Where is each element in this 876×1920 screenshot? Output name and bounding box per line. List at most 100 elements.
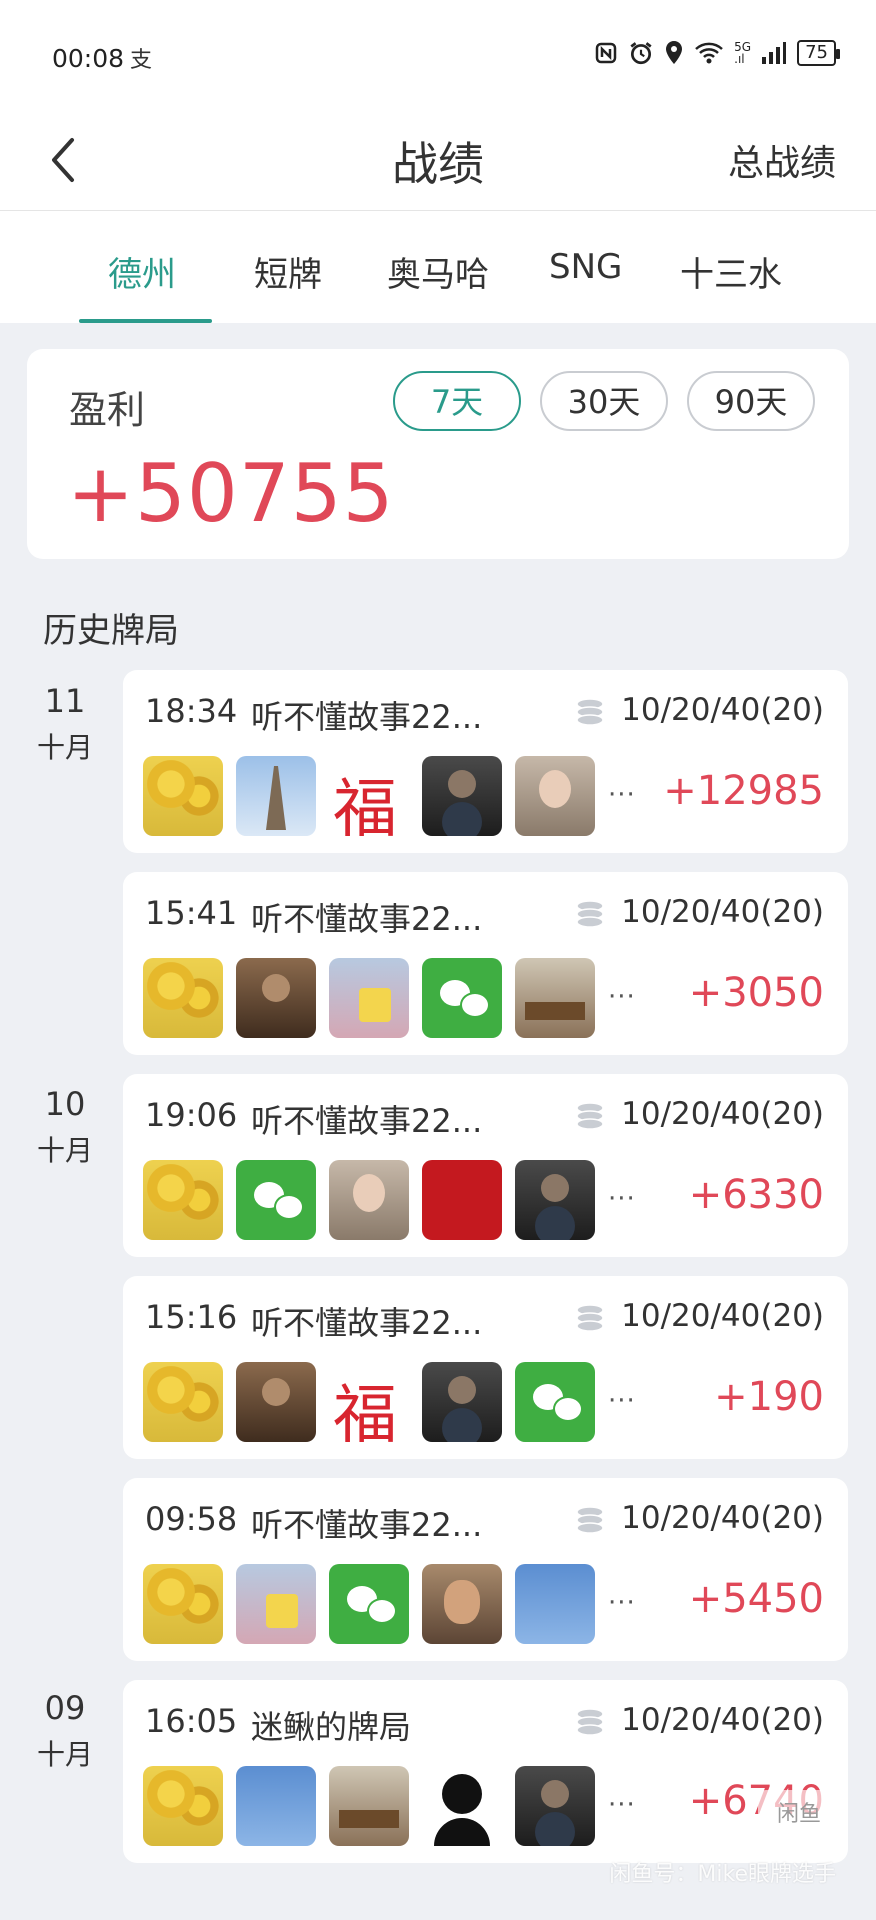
player-avatar	[329, 1362, 409, 1442]
status-icons: 5G .ıl 75	[594, 40, 840, 66]
game-record-card[interactable]: 19:06 听不懂故事22... 10/20/40(20) ··· +6330	[123, 1074, 848, 1257]
date-day: 10	[44, 1085, 86, 1123]
more-players-ellipsis: ···	[608, 982, 636, 1012]
profit-value: +50755	[67, 447, 395, 540]
game-time: 18:34	[145, 692, 238, 730]
player-avatar	[236, 958, 316, 1038]
game-record-card[interactable]: 09:58 听不懂故事22... 10/20/40(20) ··· +5450	[123, 1478, 848, 1661]
status-time-text: 00:08	[52, 44, 125, 73]
period-7-days-button[interactable]: 7天	[393, 371, 521, 431]
player-avatars	[143, 958, 595, 1038]
player-avatar	[143, 1766, 223, 1846]
more-players-ellipsis: ···	[608, 1386, 636, 1416]
player-avatar	[422, 1564, 502, 1644]
tab-texas[interactable]: 德州	[108, 247, 176, 296]
game-time: 15:16	[145, 1298, 238, 1336]
player-avatar	[422, 1362, 502, 1442]
game-type-tabs: 德州 短牌 奥马哈 SNG 十三水	[0, 211, 876, 323]
player-avatar	[515, 1766, 595, 1846]
date-day: 09	[44, 1689, 86, 1727]
player-avatar	[329, 756, 409, 836]
game-record-card[interactable]: 18:34 听不懂故事22... 10/20/40(20) ··· +12985	[123, 670, 848, 853]
network-label: 5G .ıl	[734, 40, 752, 66]
date-month: 十月	[36, 1134, 93, 1167]
game-blinds: 10/20/40(20)	[621, 894, 824, 930]
more-players-ellipsis: ···	[608, 1184, 636, 1214]
profit-card: 盈利 +50755 7天 30天 90天	[27, 349, 849, 559]
player-avatar	[422, 756, 502, 836]
period-30-days-button[interactable]: 30天	[540, 371, 668, 431]
player-avatar	[422, 1160, 502, 1240]
tab-sng[interactable]: SNG	[549, 247, 622, 287]
status-bar: 00:08 支 5G .ıl 75	[0, 0, 876, 110]
game-result: +190	[714, 1374, 824, 1420]
player-avatar	[143, 756, 223, 836]
battery-icon: 75	[797, 40, 840, 66]
game-record-card[interactable]: 16:05 迷鳅的牌局 10/20/40(20) ··· +6740	[123, 1680, 848, 1863]
game-room-name: 迷鳅的牌局	[251, 1708, 412, 1746]
game-record-card[interactable]: 15:16 听不懂故事22... 10/20/40(20) ··· +190	[123, 1276, 848, 1459]
game-room-name: 听不懂故事22...	[251, 1304, 483, 1342]
player-avatar	[329, 1766, 409, 1846]
game-blinds: 10/20/40(20)	[621, 1096, 824, 1132]
nfc-icon	[595, 42, 617, 64]
game-time: 19:06	[145, 1096, 238, 1134]
game-time: 09:58	[145, 1500, 238, 1538]
player-avatar	[143, 1160, 223, 1240]
xianyu-watermark-text: 闲鱼号：Mike眼牌选手	[609, 1862, 836, 1887]
player-avatar	[515, 958, 595, 1038]
game-time: 16:05	[145, 1702, 238, 1740]
game-result: +3050	[688, 970, 824, 1016]
chip-stack-icon	[576, 698, 604, 726]
game-record-card[interactable]: 15:41 听不懂故事22... 10/20/40(20) ··· +3050	[123, 872, 848, 1055]
player-avatar	[236, 1160, 316, 1240]
nav-bar: 战绩 总战绩	[0, 110, 876, 211]
tab-thirteen[interactable]: 十三水	[680, 247, 782, 296]
tab-short-deck[interactable]: 短牌	[254, 247, 322, 296]
player-avatars	[143, 1766, 595, 1846]
game-blinds: 10/20/40(20)	[621, 1500, 824, 1536]
date-label: 11 十月	[20, 682, 110, 766]
player-avatar	[143, 1564, 223, 1644]
player-avatar	[236, 1564, 316, 1644]
chip-stack-icon	[576, 1304, 604, 1332]
player-avatars	[143, 1160, 595, 1240]
game-time: 15:41	[145, 894, 238, 932]
wifi-icon	[695, 42, 724, 64]
player-avatar	[329, 1160, 409, 1240]
date-label: 09 十月	[20, 1689, 110, 1773]
date-month: 十月	[36, 731, 93, 764]
player-avatar	[515, 756, 595, 836]
period-90-days-button[interactable]: 90天	[687, 371, 815, 431]
player-avatars	[143, 756, 595, 836]
alarm-icon	[630, 42, 652, 65]
game-room-name: 听不懂故事22...	[251, 1102, 483, 1140]
xianyu-watermark-badge: 闲鱼	[758, 1790, 840, 1840]
chip-stack-icon	[576, 1102, 604, 1130]
date-month: 十月	[36, 1738, 93, 1771]
active-tab-indicator	[79, 319, 212, 323]
chip-stack-icon	[576, 1708, 604, 1736]
signal-icon	[762, 42, 787, 64]
status-time: 00:08 支	[52, 42, 152, 74]
player-avatar	[515, 1160, 595, 1240]
chip-stack-icon	[576, 900, 604, 928]
player-avatar	[329, 1564, 409, 1644]
player-avatar	[422, 1766, 502, 1846]
game-result: +5450	[688, 1576, 824, 1622]
game-room-name: 听不懂故事22...	[251, 900, 483, 938]
game-blinds: 10/20/40(20)	[621, 1298, 824, 1334]
game-room-name: 听不懂故事22...	[251, 1506, 483, 1544]
game-room-name: 听不懂故事22...	[251, 698, 483, 736]
player-avatar	[515, 1564, 595, 1644]
player-avatar	[422, 958, 502, 1038]
total-record-button[interactable]: 总战绩	[728, 134, 836, 186]
profit-label: 盈利	[69, 388, 146, 432]
date-label: 10 十月	[20, 1085, 110, 1169]
chip-stack-icon	[576, 1506, 604, 1534]
tab-omaha[interactable]: 奥马哈	[387, 247, 489, 296]
game-result: +12985	[663, 768, 824, 814]
history-title: 历史牌局	[43, 611, 179, 651]
player-avatars	[143, 1362, 595, 1442]
game-blinds: 10/20/40(20)	[621, 1702, 824, 1738]
